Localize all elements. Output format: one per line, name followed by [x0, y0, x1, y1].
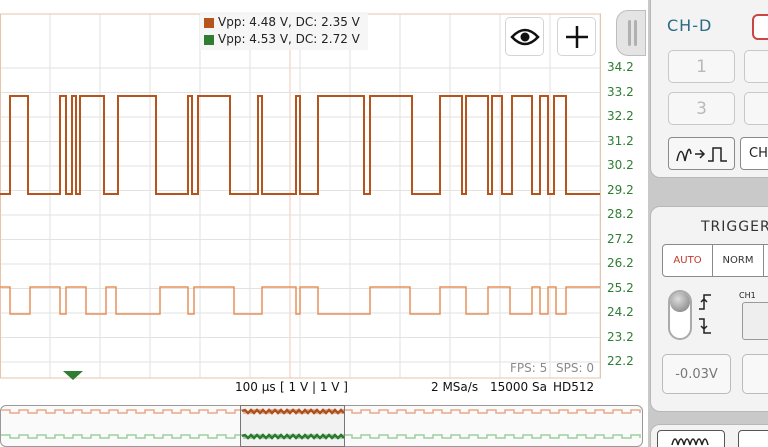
toggle-knob: [670, 292, 690, 312]
channel-2-button[interactable]: [744, 50, 768, 83]
edge-icons: [698, 292, 712, 336]
channel-3-button[interactable]: 3: [668, 92, 735, 125]
analog-to-digital-button[interactable]: [668, 137, 735, 170]
add-button[interactable]: [557, 17, 596, 56]
rising-edge-icon: [699, 294, 711, 310]
ch2-measurement: Vpp: 4.53 V, DC: 2.72 V: [218, 32, 360, 46]
trigger-level-field[interactable]: -0.03V: [662, 354, 731, 394]
y-axis-label: 34.2: [607, 60, 634, 74]
trigger-title: TRIGGER: [701, 219, 768, 235]
acquisition-mode-readout: HD512: [553, 380, 595, 394]
y-axis-label: 22.2: [607, 354, 634, 368]
overview-window-handle[interactable]: [240, 405, 345, 447]
channel-4-button[interactable]: [744, 92, 768, 125]
scope-grid: [0, 13, 601, 379]
sample-count-readout: 15000 Sa: [490, 380, 547, 394]
sine-wave-icon: [671, 438, 709, 446]
measurement-legend: Vpp: 4.48 V, DC: 2.35 V Vpp: 4.53 V, DC:…: [200, 12, 368, 50]
bottom-action-button[interactable]: [738, 430, 768, 447]
eye-icon: [509, 28, 540, 45]
analog-to-digital-icon: [675, 146, 727, 162]
visibility-button[interactable]: [505, 17, 544, 56]
fps-readout: FPS: 5: [510, 361, 548, 375]
handle-grip: [628, 20, 631, 46]
y-axis-label: 26.2: [607, 256, 634, 270]
ch2-legend-swatch: [204, 34, 214, 45]
sps-readout: SPS: 0: [556, 361, 594, 375]
y-axis-label: 33.2: [607, 84, 634, 99]
channel-pane-title: CH-D: [667, 16, 713, 35]
trigger-level-adjust[interactable]: [742, 354, 768, 394]
trigger-single-button[interactable]: [763, 244, 768, 277]
y-axis-label: 28.2: [607, 207, 634, 221]
ch1-legend-swatch: [204, 17, 214, 28]
trace-ch1: [0, 95, 600, 195]
y-axis-label: 29.2: [607, 182, 634, 197]
channel-close-tab[interactable]: [752, 14, 768, 40]
ch1-measurement: Vpp: 4.48 V, DC: 2.35 V: [218, 15, 360, 29]
channel-1-button[interactable]: 1: [668, 50, 735, 83]
panel-collapse-handle[interactable]: [616, 10, 646, 56]
y-axis-label: 27.2: [607, 231, 634, 246]
channel-select-button[interactable]: CH: [740, 137, 768, 170]
trigger-position-marker: [63, 371, 83, 380]
plus-icon: [565, 25, 588, 48]
falling-edge-icon: [699, 318, 711, 334]
y-axis-label: 30.2: [607, 158, 634, 172]
y-axis-label: 23.2: [607, 329, 634, 344]
sample-rate-readout: 2 MSa/s: [431, 380, 479, 394]
waveform-generator-button[interactable]: [657, 430, 725, 447]
handle-grip: [634, 20, 637, 46]
y-axis-label: 32.2: [607, 109, 634, 123]
y-axis-label: 24.2: [607, 305, 634, 319]
scope-display[interactable]: Vpp: 4.48 V, DC: 2.35 V Vpp: 4.53 V, DC:…: [0, 0, 648, 447]
y-axis-label: 31.2: [607, 133, 634, 148]
trace-ch2: [0, 286, 600, 315]
timebase-readout: 100 µs: [235, 380, 276, 394]
volts-per-div-readout: [ 1 V | 1 V ]: [280, 380, 348, 394]
trigger-source-label: CH1: [739, 291, 756, 300]
trigger-source-selector[interactable]: [742, 302, 768, 340]
trigger-auto-button[interactable]: AUTO: [662, 244, 713, 277]
trigger-norm-button[interactable]: NORM: [712, 244, 764, 277]
y-axis-label: 25.2: [607, 280, 634, 295]
